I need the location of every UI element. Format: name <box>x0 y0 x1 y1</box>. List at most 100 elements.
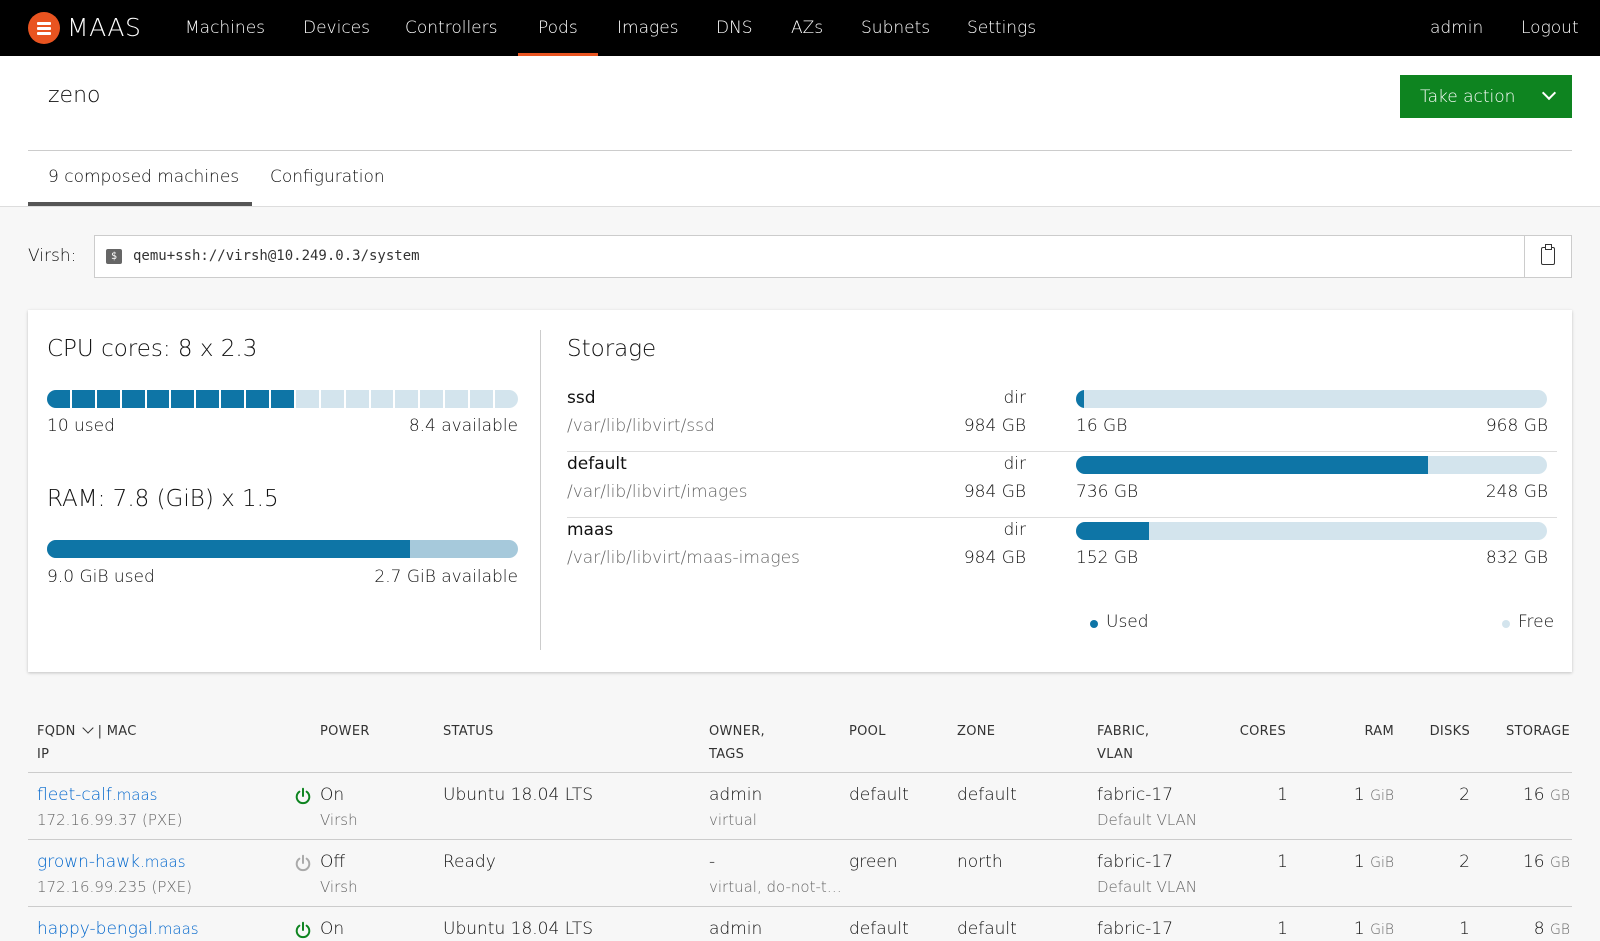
cpu-free-segment <box>345 390 369 408</box>
top-navigation: MAAS Machines Devices Controllers Pods I… <box>0 0 1600 56</box>
storage-value: 8 <box>1533 919 1545 939</box>
ram-unit: GiB <box>1370 855 1394 871</box>
nav-controllers[interactable]: Controllers <box>405 0 497 56</box>
col-pool[interactable]: POOL <box>849 720 886 743</box>
machine-link[interactable]: happy-bengal.maas <box>37 919 199 939</box>
pool-type: dir <box>1003 454 1026 474</box>
nav-dns[interactable]: DNS <box>716 0 753 56</box>
col-mac-label[interactable]: | MAC <box>98 724 137 739</box>
col-status[interactable]: STATUS <box>443 720 494 743</box>
cpu-free-segment <box>495 390 518 408</box>
tab-composed-machines[interactable]: 9 composed machines <box>48 167 239 187</box>
legend-used-dot <box>1090 620 1098 628</box>
machine-domain[interactable]: .maas <box>153 920 199 938</box>
nav-machines[interactable]: Machines <box>185 0 265 56</box>
machine-pool[interactable]: green <box>849 852 898 872</box>
pool-size: 984 GB <box>963 482 1026 502</box>
machine-pool[interactable]: default <box>849 785 909 805</box>
machine-zone[interactable]: default <box>957 919 1017 939</box>
machine-ram: 1 GiB <box>1300 785 1394 805</box>
machine-disks: 2 <box>1459 852 1470 872</box>
machine-status: Ubuntu 18.04 LTS <box>443 919 594 939</box>
storage-value: 16 <box>1522 852 1545 872</box>
machine-fabric[interactable]: fabric-17 <box>1097 919 1173 939</box>
col-ram[interactable]: RAM <box>1300 720 1394 743</box>
col-fabric[interactable]: FABRIC, <box>1097 720 1149 743</box>
machine-hostname[interactable]: happy-bengal <box>37 919 153 939</box>
power-icon[interactable] <box>294 854 312 872</box>
machine-link[interactable]: grown-hawk.maas <box>37 852 186 872</box>
machine-fabric[interactable]: fabric-17 <box>1097 852 1173 872</box>
machine-hostname[interactable]: grown-hawk <box>37 852 140 872</box>
col-disks[interactable]: DISKS <box>1400 720 1470 743</box>
nav-user[interactable]: admin <box>1430 0 1483 56</box>
card-divider <box>540 330 541 650</box>
power-icon[interactable] <box>294 921 312 939</box>
virsh-address-field[interactable]: $ qemu+ssh://virsh@10.249.0.3/system <box>94 235 1572 278</box>
power-state: On <box>320 919 345 939</box>
col-zone[interactable]: ZONE <box>957 720 995 743</box>
copy-button[interactable] <box>1524 236 1571 277</box>
machine-pool[interactable]: default <box>849 919 909 939</box>
pool-used: 152 GB <box>1076 548 1139 568</box>
machine-vlan[interactable]: Default VLAN <box>1097 878 1197 896</box>
col-power[interactable]: POWER <box>320 720 370 743</box>
nav-images[interactable]: Images <box>617 0 679 56</box>
brand-name[interactable]: MAAS <box>67 13 141 42</box>
machine-fqdn[interactable]: grown-hawk.maas <box>37 852 186 872</box>
machine-vlan[interactable]: Default VLAN <box>1097 811 1197 829</box>
col-owner[interactable]: OWNER, <box>709 720 765 743</box>
nav-devices[interactable]: Devices <box>303 0 370 56</box>
power-icon[interactable] <box>294 787 312 805</box>
machine-fqdn[interactable]: happy-bengal.maas <box>37 919 199 939</box>
cpu-used-segment <box>96 390 120 408</box>
machine-fabric[interactable]: fabric-17 <box>1097 785 1173 805</box>
cpu-used-segment <box>246 390 270 408</box>
machine-fqdn[interactable]: fleet-calf.maas <box>37 785 158 805</box>
col-cores[interactable]: CORES <box>1190 720 1286 743</box>
virsh-address[interactable]: qemu+ssh://virsh@10.249.0.3/system <box>133 248 420 264</box>
cpu-free-segment <box>295 390 319 408</box>
machine-ip: 172.16.99.235 (PXE) <box>37 878 193 896</box>
machine-ram: 1 GiB <box>1300 919 1394 939</box>
nav-subnets[interactable]: Subnets <box>861 0 930 56</box>
nav-pods[interactable]: Pods <box>518 0 598 56</box>
pool-size: 984 GB <box>963 416 1026 436</box>
machine-zone[interactable]: north <box>957 852 1003 872</box>
col-storage[interactable]: STORAGE <box>1470 720 1570 743</box>
machine-zone[interactable]: default <box>957 785 1017 805</box>
nav-logout[interactable]: Logout <box>1521 0 1579 56</box>
machine-ip: 172.16.99.37 (PXE) <box>37 811 183 829</box>
ram-available-label: 2.7 GiB available <box>374 567 518 587</box>
col-vlan[interactable]: VLAN <box>1097 743 1133 766</box>
maas-logo-icon[interactable] <box>28 12 60 44</box>
cpu-used-segment <box>146 390 170 408</box>
take-action-button[interactable]: Take action <box>1400 75 1572 118</box>
page-title: zeno <box>48 83 101 108</box>
cpu-available-label: 8.4 available <box>408 416 518 436</box>
pool-type: dir <box>1003 520 1026 540</box>
col-fqdn[interactable]: FQDN | MAC <box>37 720 137 743</box>
machine-link[interactable]: fleet-calf.maas <box>37 785 158 805</box>
legend-free-dot <box>1502 620 1510 628</box>
tab-configuration[interactable]: Configuration <box>270 167 385 187</box>
col-fqdn-label: FQDN <box>37 724 76 739</box>
ram-unit: GiB <box>1370 788 1394 804</box>
nav-settings[interactable]: Settings <box>967 0 1036 56</box>
machine-cores: 1 <box>1277 919 1288 939</box>
sort-chevron-icon <box>81 722 94 734</box>
col-tags[interactable]: TAGS <box>709 743 744 766</box>
power-state: Off <box>320 852 346 872</box>
cpu-used-segment <box>271 390 294 408</box>
ram-value: 1 <box>1353 852 1365 872</box>
machine-storage: 16 GB <box>1470 852 1570 872</box>
nav-azs[interactable]: AZs <box>791 0 823 56</box>
ram-usage-bar <box>47 540 518 558</box>
pool-size: 984 GB <box>963 548 1026 568</box>
machine-domain[interactable]: .maas <box>112 786 158 804</box>
col-ip[interactable]: IP <box>37 743 49 766</box>
ram-title: RAM: 7.8 (GiB) x 1.5 <box>47 486 279 512</box>
machine-domain[interactable]: .maas <box>140 853 186 871</box>
machine-hostname[interactable]: fleet-calf <box>37 785 112 805</box>
machine-tags: virtual <box>709 811 757 829</box>
